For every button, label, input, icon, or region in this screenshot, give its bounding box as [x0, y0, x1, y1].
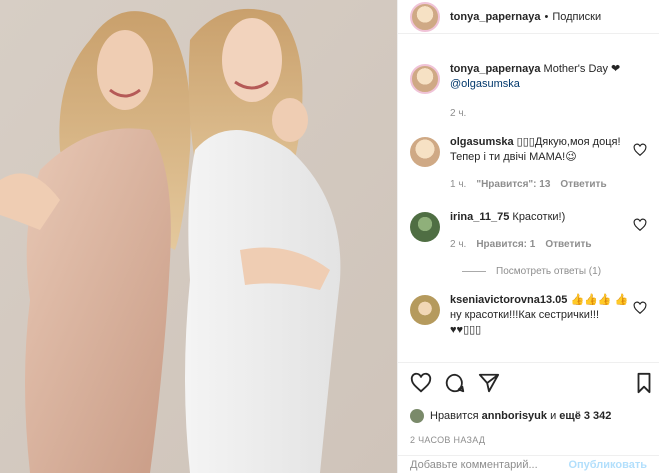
post-photo[interactable] [0, 0, 397, 473]
caption-avatar[interactable] [410, 64, 440, 94]
comment-reply-button[interactable]: Ответить [560, 177, 606, 192]
comment-item: irina_11_75 Красотки!) 2 ч. Нравится: 1 … [410, 210, 647, 252]
comment-reply-button[interactable]: Ответить [545, 237, 591, 252]
author-username[interactable]: tonya_papernaya [450, 11, 540, 23]
comment-username[interactable]: kseniavictorovna13.05 [450, 294, 567, 306]
comment-input[interactable]: Добавьте комментарий... [410, 459, 538, 471]
post-timestamp: 2 ЧАСОВ НАЗАД [410, 435, 486, 445]
comment-likes[interactable]: Нравится: 1 [476, 237, 535, 252]
heart-icon[interactable] [633, 218, 647, 232]
liker-avatar [410, 409, 424, 423]
caption-username[interactable]: tonya_papernaya [450, 63, 540, 75]
caption-time: 2 ч. [450, 108, 467, 119]
comment-avatar[interactable] [410, 295, 440, 325]
comment-username[interactable]: irina_11_75 [450, 211, 509, 223]
replies-divider [462, 271, 486, 272]
comment-text: Красотки!) [512, 211, 566, 223]
view-replies-link[interactable]: Посмотреть ответы (1) [462, 266, 647, 277]
comments-list: tonya_papernaya Mother's Day ❤ @olgasums… [398, 62, 659, 338]
separator-dot: • [544, 10, 549, 23]
likes-summary[interactable]: Нравится annborisyuk и ещё 3 342 [410, 409, 647, 423]
share-icon[interactable] [478, 372, 500, 394]
heart-icon[interactable] [633, 143, 647, 157]
likes-mid: и [550, 410, 557, 422]
caption: tonya_papernaya Mother's Day ❤ @olgasums… [410, 62, 647, 121]
post-side-panel: tonya_papernaya • Подписки tonya_paperna… [397, 0, 659, 473]
following-status[interactable]: Подписки [552, 11, 601, 23]
author-avatar[interactable] [410, 1, 440, 32]
publish-button[interactable]: Опубликовать [568, 459, 647, 471]
heart-icon[interactable] [633, 301, 647, 315]
comment-username[interactable]: olgasumska [450, 136, 514, 148]
view-replies-label: Посмотреть ответы (1) [496, 266, 602, 277]
comment-likes[interactable]: "Нравится": 13 [476, 177, 550, 192]
bookmark-icon[interactable] [637, 372, 651, 394]
comment-time: 2 ч. [450, 239, 467, 250]
add-comment-bar: Добавьте комментарий... Опубликовать [398, 455, 659, 473]
caption-mention[interactable]: @olgasumska [450, 78, 520, 90]
comment-item: kseniavictorovna13.05 👍👍👍 👍ну красотки!!… [410, 293, 647, 338]
post-actions: Нравится annborisyuk и ещё 3 342 2 ЧАСОВ… [398, 362, 659, 445]
likes-prefix: Нравится [430, 410, 479, 422]
comment-icon[interactable] [444, 372, 466, 394]
comment-time: 1 ч. [450, 179, 467, 190]
instagram-post-view: tonya_papernaya • Подписки tonya_paperna… [0, 0, 659, 473]
post-header: tonya_papernaya • Подписки [398, 0, 659, 34]
liker-username[interactable]: annborisyuk [482, 410, 547, 422]
comment-avatar[interactable] [410, 137, 440, 167]
caption-text: Mother's Day ❤ [543, 63, 621, 75]
comment-avatar[interactable] [410, 212, 440, 242]
comment-item: olgasumska ▯▯▯Дякую,моя доця!Тепер і ти … [410, 135, 647, 192]
likes-count[interactable]: ещё 3 342 [559, 410, 611, 422]
heart-icon[interactable] [410, 372, 432, 394]
